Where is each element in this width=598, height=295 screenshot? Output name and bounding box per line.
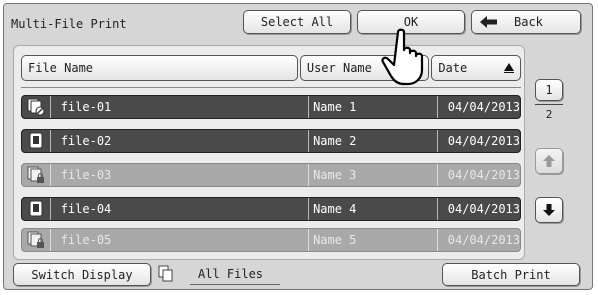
user-name-cell: Name 3 (308, 164, 437, 186)
file-name-column-header[interactable]: File Name (21, 55, 298, 81)
window-title: Multi-File Print (11, 17, 127, 31)
files-icon (158, 265, 173, 282)
select-all-button[interactable]: Select All (243, 10, 351, 34)
hand-pointer-icon (381, 28, 424, 86)
file-row[interactable]: file-02 Name 2 04/04/2013 (21, 129, 521, 153)
date-cell: 04/04/2013 (436, 130, 520, 152)
scroll-down-button[interactable] (535, 197, 563, 223)
file-row[interactable]: file-03 Name 3 04/04/2013 (21, 163, 521, 187)
back-arrow-icon (480, 16, 497, 28)
date-cell: 04/04/2013 (436, 164, 520, 186)
file-name-cell: file-02 (49, 130, 308, 152)
down-arrow-icon (543, 204, 555, 216)
page-current-button[interactable]: 1 (535, 79, 563, 101)
doc-icon (22, 130, 50, 152)
file-row[interactable]: file-05 Name 5 04/04/2013 (21, 228, 521, 252)
file-row[interactable]: file-04 Name 4 04/04/2013 (21, 197, 521, 221)
user-name-cell: Name 5 (308, 229, 437, 251)
up-arrow-icon (543, 155, 555, 167)
page-total: 2 (545, 108, 553, 121)
back-label: Back (514, 15, 543, 29)
page-divider (535, 104, 563, 105)
date-column-label: Date (438, 61, 468, 75)
column-header: File Name User Name Date (21, 55, 521, 81)
date-cell: 04/04/2013 (436, 198, 520, 220)
header-separator (21, 87, 521, 88)
file-name-cell: file-01 (49, 96, 308, 118)
date-cell: 04/04/2013 (436, 96, 520, 118)
file-name-cell: file-03 (49, 164, 308, 186)
sort-ascending-icon (504, 63, 514, 73)
file-name-cell: file-04 (49, 198, 308, 220)
user-name-cell: Name 1 (308, 96, 437, 118)
locked-doc-icon (22, 164, 50, 186)
batch-print-button[interactable]: Batch Print (442, 263, 580, 286)
locked-doc-icon (22, 229, 50, 251)
user-name-cell: Name 4 (308, 198, 437, 220)
switch-display-button[interactable]: Switch Display (13, 263, 151, 286)
date-column-header[interactable]: Date (431, 55, 521, 81)
all-files-underline (190, 284, 280, 285)
scroll-up-button[interactable] (535, 148, 563, 174)
doc-icon (22, 198, 50, 220)
user-name-cell: Name 2 (308, 130, 437, 152)
stapled-doc-icon (22, 96, 50, 118)
back-button[interactable]: Back (471, 10, 581, 34)
file-row[interactable]: file-01 Name 1 04/04/2013 (21, 95, 521, 119)
file-name-cell: file-05 (49, 229, 308, 251)
date-cell: 04/04/2013 (436, 229, 520, 251)
all-files-label: All Files (198, 267, 264, 281)
